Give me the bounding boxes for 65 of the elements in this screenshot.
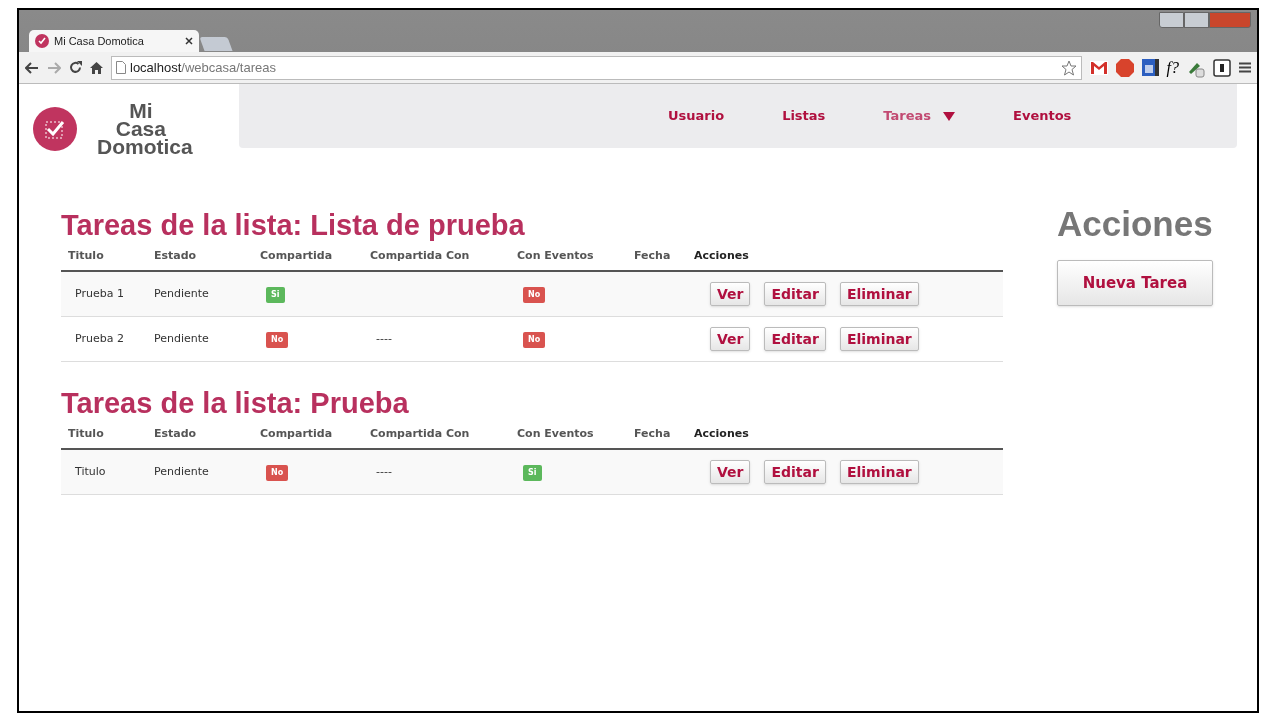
- action-button[interactable]: Editar: [764, 327, 826, 351]
- action-button[interactable]: Editar: [764, 460, 826, 484]
- logo-text: Mi Casa Domotica: [96, 102, 193, 156]
- action-button[interactable]: Editar: [764, 282, 826, 306]
- column-header: Fecha: [634, 425, 672, 442]
- action-button[interactable]: Eliminar: [839, 282, 919, 306]
- action-button[interactable]: Ver: [710, 460, 751, 484]
- table-cell: Pendiente: [154, 464, 209, 478]
- nav-link[interactable]: Tareas: [883, 106, 956, 126]
- stop-sign-icon[interactable]: [1115, 58, 1134, 77]
- table-cell: ----: [376, 331, 392, 345]
- column-header: Titulo: [67, 425, 105, 442]
- back-icon[interactable]: [25, 61, 39, 74]
- status-badge: No: [523, 331, 546, 348]
- calendar-icon[interactable]: [1141, 59, 1159, 76]
- address-bar[interactable]: localhost/webcasa/tareas: [111, 55, 1082, 80]
- status-badge: Si: [266, 286, 285, 303]
- table-cell: Pendiente: [154, 331, 209, 345]
- column-header: Estado: [154, 247, 198, 264]
- table-cell: Titulo: [75, 464, 106, 478]
- status-badge: No: [266, 331, 289, 348]
- table-cell: ----: [376, 464, 392, 478]
- action-button[interactable]: Ver: [710, 282, 751, 306]
- sidebar-title: Acciones: [1057, 204, 1213, 244]
- checkbox-icon: [35, 34, 49, 48]
- status-badge: No: [266, 464, 289, 481]
- table-cell: Pendiente: [154, 286, 209, 300]
- column-header: Titulo: [67, 247, 105, 264]
- new-task-button[interactable]: Nueva Tarea: [1057, 260, 1213, 306]
- logo-icon: [33, 107, 77, 151]
- url-text: localhost/webcasa/tareas: [130, 58, 277, 77]
- column-header: Con Eventos: [517, 247, 595, 264]
- window-controls[interactable]: [1159, 12, 1251, 28]
- action-button[interactable]: Ver: [710, 327, 751, 351]
- status-badge: No: [523, 286, 546, 303]
- table-cell: Prueba 2: [75, 331, 124, 345]
- column-header: Acciones: [694, 425, 750, 442]
- table-cell: Prueba 1: [75, 286, 124, 300]
- nav-link[interactable]: Listas: [782, 106, 826, 126]
- star-icon[interactable]: [1060, 59, 1077, 76]
- tab-title: Mi Casa Domotica: [54, 33, 145, 49]
- column-header: Compartida: [260, 425, 334, 442]
- box-icon[interactable]: [1213, 58, 1231, 77]
- section-title: Tareas de la lista: Lista de prueba: [61, 208, 526, 242]
- column-header: Compartida Con: [370, 425, 471, 442]
- page-icon: [116, 61, 126, 74]
- action-button[interactable]: Eliminar: [839, 460, 919, 484]
- nav-link[interactable]: Usuario: [668, 106, 725, 126]
- column-header: Fecha: [634, 247, 672, 264]
- section-title: Tareas de la lista: Prueba: [61, 386, 410, 420]
- column-header: Compartida: [260, 247, 334, 264]
- nav-link[interactable]: Eventos: [1013, 106, 1072, 126]
- menu-icon[interactable]: [1239, 62, 1251, 73]
- action-button[interactable]: Eliminar: [839, 327, 919, 351]
- close-icon[interactable]: [185, 37, 193, 45]
- reload-icon[interactable]: [69, 61, 82, 74]
- column-header: Compartida Con: [370, 247, 471, 264]
- column-header: Con Eventos: [517, 425, 595, 442]
- home-icon[interactable]: [90, 61, 103, 74]
- browser-tab[interactable]: Mi Casa Domotica: [29, 30, 199, 52]
- status-badge: Si: [523, 464, 542, 481]
- column-header: Estado: [154, 425, 198, 442]
- mail-icon[interactable]: [1089, 60, 1108, 75]
- column-header: Acciones: [694, 247, 750, 264]
- extension-button[interactable]: f?: [1166, 55, 1179, 80]
